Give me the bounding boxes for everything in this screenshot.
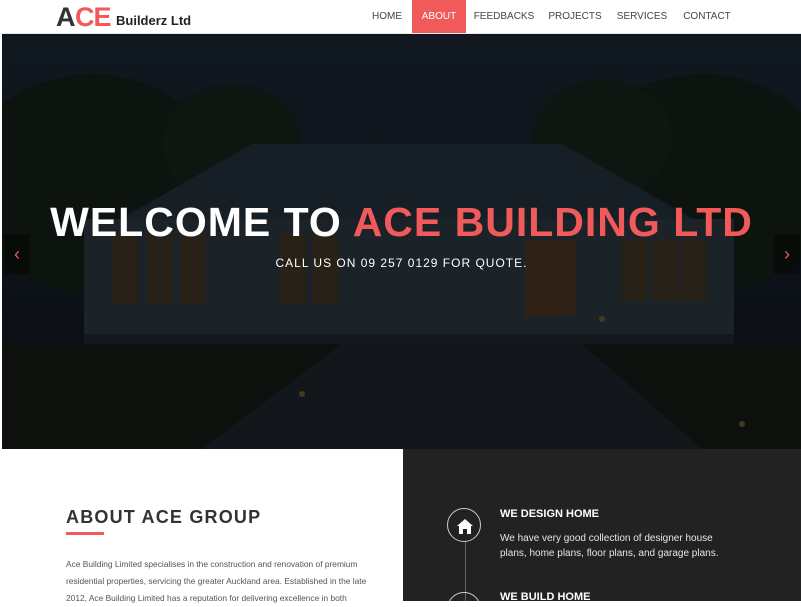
hero-title-accent: ACE BUILDING LTD bbox=[352, 199, 753, 245]
nav-services[interactable]: SERVICES bbox=[612, 0, 672, 33]
navbar: A CE Builderz Ltd HOME ABOUT FEEDBACKS P… bbox=[0, 0, 801, 34]
logo-letters-ce: CE bbox=[75, 2, 112, 32]
about-title: ABOUT ACE GROUP bbox=[66, 507, 262, 527]
nav-contact[interactable]: CONTACT bbox=[678, 0, 736, 33]
hero-subtitle: CALL US ON 09 257 0129 FOR QUOTE. bbox=[275, 256, 528, 270]
services-panel: WE DESIGN HOME We have very good collect… bbox=[403, 449, 801, 601]
about-title-underline bbox=[66, 532, 104, 535]
nav-projects[interactable]: PROJECTS bbox=[544, 0, 606, 33]
nav-feedbacks[interactable]: FEEDBACKS bbox=[470, 0, 538, 33]
slider-prev-button[interactable]: ‹ bbox=[4, 234, 30, 274]
logo-letter-a: A bbox=[56, 2, 75, 32]
service-title-build: WE BUILD HOME bbox=[500, 591, 591, 601]
logo-subtitle: Builderz Ltd bbox=[116, 13, 192, 28]
build-service-icon bbox=[447, 592, 481, 601]
nav-home[interactable]: HOME bbox=[362, 0, 412, 33]
about-body-text: Ace Building Limited specialises in the … bbox=[66, 559, 367, 603]
slider-next-button[interactable]: › bbox=[774, 234, 800, 274]
service-title-design: WE DESIGN HOME bbox=[500, 508, 600, 520]
building-icon bbox=[448, 593, 482, 601]
hero-title-prefix: WELCOME TO bbox=[50, 199, 353, 245]
hero-title: WELCOME TO ACE BUILDING LTD bbox=[2, 199, 801, 246]
design-service-icon bbox=[447, 508, 481, 542]
chevron-right-icon: › bbox=[784, 244, 790, 264]
hero-slider: WELCOME TO ACE BUILDING LTD CALL US ON 0… bbox=[2, 34, 801, 449]
chevron-left-icon: ‹ bbox=[14, 244, 20, 264]
about-section: ABOUT ACE GROUP Ace Building Limited spe… bbox=[0, 449, 403, 603]
service-text-design: We have very good collection of designer… bbox=[500, 533, 719, 559]
home-icon bbox=[457, 519, 473, 534]
nav-about[interactable]: ABOUT bbox=[412, 0, 466, 33]
